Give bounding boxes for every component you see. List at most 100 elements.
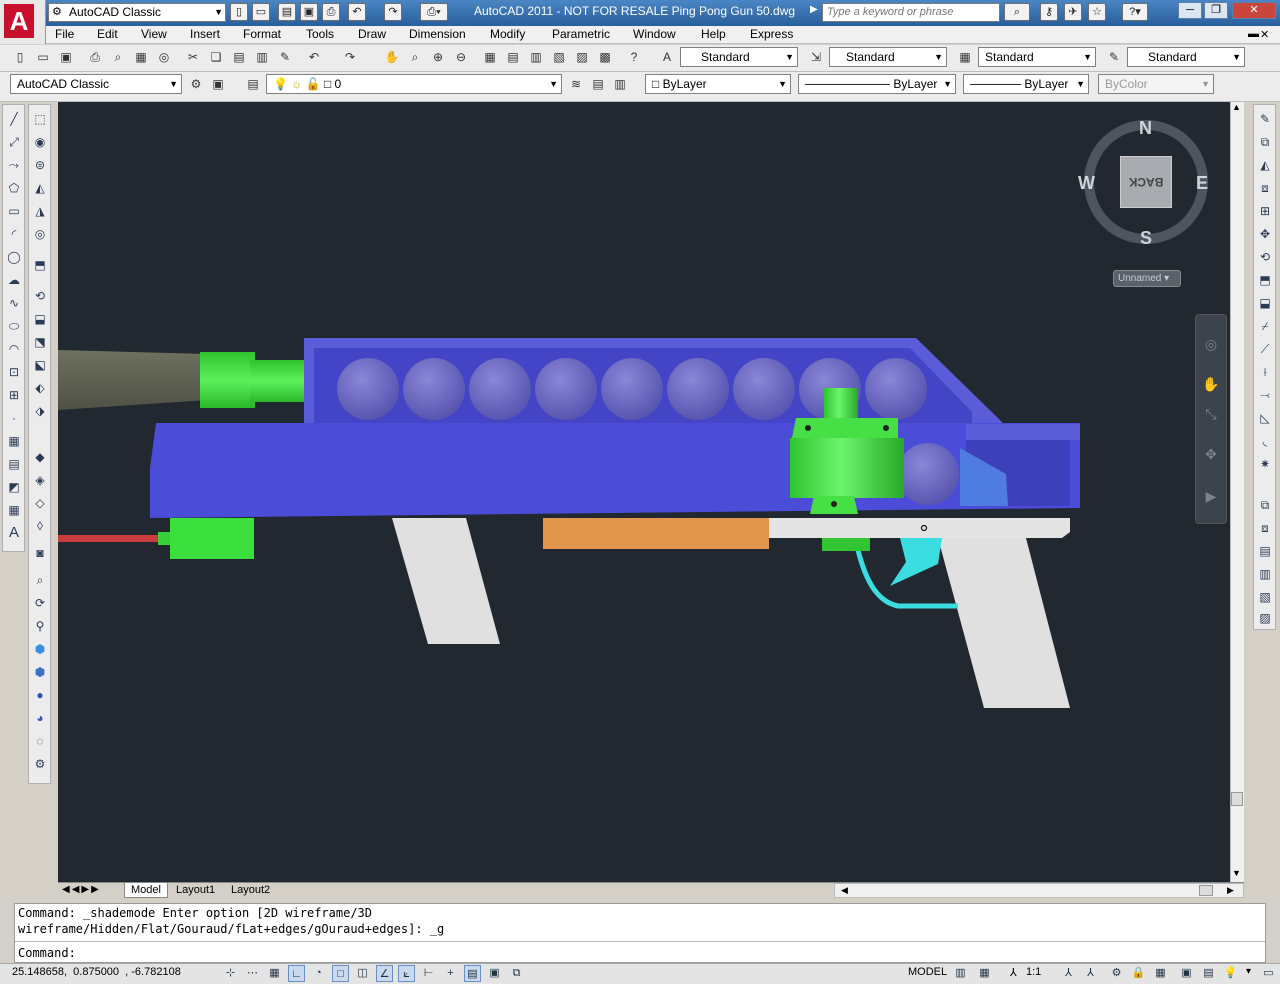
vertical-scroll-thumb[interactable] xyxy=(1231,792,1243,806)
explode-icon[interactable]: ✷ xyxy=(1255,454,1275,474)
section-icon[interactable]: ◇ xyxy=(30,493,50,513)
orbit-icon[interactable]: ✥ xyxy=(1200,443,1222,465)
tab-model[interactable]: Model xyxy=(124,883,168,898)
showmotion-icon[interactable]: ▶ xyxy=(1200,485,1222,507)
undo-button[interactable]: ↶ xyxy=(348,3,366,21)
layer-state-icon[interactable]: ▥ xyxy=(610,74,630,94)
save-button[interactable]: ▣ xyxy=(300,3,318,21)
trim-icon[interactable]: ⌿ xyxy=(1255,316,1275,336)
erase-icon[interactable]: ✎ xyxy=(1255,109,1275,129)
edit-hatch-icon[interactable]: ▥ xyxy=(1255,564,1275,584)
ball[interactable] xyxy=(865,358,927,420)
group-icon[interactable]: ⧈ xyxy=(1255,518,1275,538)
mirror-icon[interactable]: ◭ xyxy=(1255,155,1275,175)
arc-icon[interactable]: ◜ xyxy=(4,224,24,244)
minimize-button[interactable]: ─ xyxy=(1178,2,1202,19)
menu-express[interactable]: Express xyxy=(750,27,793,41)
compass-south[interactable]: S xyxy=(1140,228,1152,249)
tab-layout1[interactable]: Layout1 xyxy=(170,883,221,898)
line-icon[interactable]: ╱ xyxy=(4,109,24,129)
model-space-canvas[interactable]: N S E W BACK Unnamed ▾ ◎ ✋ ⤡ ✥ ▶ xyxy=(58,102,1230,882)
selection-cycling-icon[interactable]: ⧉ xyxy=(508,965,525,982)
pan-icon[interactable]: ✋ xyxy=(1200,373,1222,395)
layer-previous-icon[interactable]: ▤ xyxy=(588,74,608,94)
restore-button[interactable]: ❐ xyxy=(1204,2,1228,19)
block-editor-icon[interactable]: ✎ xyxy=(275,47,295,67)
tab-navigation-icon[interactable]: ◀◀▶▶ xyxy=(62,884,101,895)
menu-window[interactable]: Window xyxy=(633,27,676,41)
spline-icon[interactable]: ∿ xyxy=(4,293,24,313)
hardware-acceleration-icon[interactable]: ▦ xyxy=(1152,965,1169,982)
grid-icon[interactable]: ▦ xyxy=(266,965,283,982)
ball[interactable] xyxy=(733,358,795,420)
copy-object-icon[interactable]: ⧉ xyxy=(1255,132,1275,152)
menu-parametric[interactable]: Parametric xyxy=(552,27,610,41)
linetype-combo[interactable]: ────────── ByLayer ▼ xyxy=(798,74,956,94)
front-grip[interactable] xyxy=(392,518,500,644)
cut-icon[interactable]: ✂ xyxy=(183,47,203,67)
ball[interactable] xyxy=(535,358,597,420)
qnew-button[interactable]: ▯ xyxy=(230,3,248,21)
move-icon[interactable]: ✥ xyxy=(1255,224,1275,244)
table-icon[interactable]: ▦ xyxy=(4,500,24,520)
camera-icon[interactable]: ◙ xyxy=(30,543,50,563)
extrude-icon[interactable]: ⬒ xyxy=(30,255,50,275)
text-style-combo[interactable]: Standard ▼ xyxy=(680,47,798,67)
visual-style-hidden-icon[interactable]: ⬢ xyxy=(30,662,50,682)
fillet-icon[interactable]: ◟ xyxy=(1255,431,1275,451)
scroll-left-icon[interactable]: ◀ xyxy=(841,885,848,896)
cone-icon[interactable]: ◭ xyxy=(30,178,50,198)
coordinate-readout[interactable]: 25.148658, 0.875000 , -6.782108 xyxy=(12,966,181,978)
redo-button[interactable]: ↷ xyxy=(384,3,402,21)
lineweight-combo[interactable]: ────── ByLayer ▼ xyxy=(963,74,1089,94)
help-search-input[interactable]: Type a keyword or phrase xyxy=(822,3,1000,22)
annotation-visibility-icon[interactable]: ⅄ xyxy=(1060,965,1077,982)
sphere-icon[interactable]: ◉ xyxy=(30,132,50,152)
lineweight-icon[interactable]: + xyxy=(442,965,459,982)
workspace-switcher[interactable]: ⚙ AutoCAD Classic ▼ xyxy=(48,3,226,22)
zoom-icon[interactable]: ⤡ xyxy=(1200,403,1222,425)
plot-icon[interactable]: ⎙ xyxy=(85,47,105,67)
scroll-right-icon[interactable]: ▶ xyxy=(1227,885,1234,896)
insert-block-icon[interactable]: ⊡ xyxy=(4,362,24,382)
battery-block[interactable] xyxy=(543,518,769,549)
edit-polyline-icon[interactable]: ▧ xyxy=(1255,587,1275,607)
make-block-icon[interactable]: ⊞ xyxy=(4,385,24,405)
lock-toolbars-icon[interactable]: 🔒 xyxy=(1130,965,1147,982)
rear-grip[interactable] xyxy=(938,538,1070,708)
render-icon[interactable]: ◌ xyxy=(30,731,50,751)
compass-north[interactable]: N xyxy=(1139,118,1152,139)
zoom-realtime-icon[interactable]: ⌕ xyxy=(405,47,425,67)
workspace-settings-icon[interactable]: ⚙ xyxy=(186,74,206,94)
menu-help[interactable]: Help xyxy=(701,27,726,41)
tab-layout2[interactable]: Layout2 xyxy=(225,883,276,898)
intersect-icon[interactable]: ⬗ xyxy=(30,401,50,421)
tool-palettes-icon[interactable]: ▥ xyxy=(526,47,546,67)
break-icon[interactable]: ⟊ xyxy=(1255,362,1275,382)
ucs-menu[interactable]: Unnamed ▾ xyxy=(1113,270,1181,287)
visual-style-realistic-icon[interactable]: ● xyxy=(30,685,50,705)
edit-spline-icon[interactable]: ▨ xyxy=(1255,608,1275,628)
dynamic-input-icon[interactable]: ⊢ xyxy=(420,965,437,982)
design-center-icon[interactable]: ▤ xyxy=(503,47,523,67)
chamfer-icon[interactable]: ◺ xyxy=(1255,408,1275,428)
quick-properties-icon[interactable]: ▣ xyxy=(486,965,503,982)
snap-mode-icon[interactable]: ⋯ xyxy=(244,965,261,982)
command-prompt[interactable]: Command: xyxy=(18,946,76,960)
dim-style-icon[interactable]: ⇲ xyxy=(806,47,826,67)
markup-icon[interactable]: ▨ xyxy=(572,47,592,67)
pan-icon[interactable]: ✋ xyxy=(382,47,402,67)
ellipse-icon[interactable]: ⬭ xyxy=(4,316,24,336)
dim-style-combo[interactable]: Standard ▼ xyxy=(829,47,947,67)
copy-icon[interactable]: ❏ xyxy=(206,47,226,67)
object-snap-icon[interactable]: □ xyxy=(332,965,349,982)
sweep-icon[interactable]: ⬓ xyxy=(30,309,50,329)
isolate-objects-icon[interactable]: ▣ xyxy=(1178,965,1195,982)
extend-icon[interactable]: ⟋ xyxy=(1255,339,1275,359)
compass-east[interactable]: E xyxy=(1196,173,1208,194)
save-as-button[interactable]: ▤ xyxy=(278,3,296,21)
scale-icon[interactable]: ⬒ xyxy=(1255,270,1275,290)
rotate-icon[interactable]: ⟲ xyxy=(1255,247,1275,267)
point-icon[interactable]: · xyxy=(4,408,24,428)
model-space-toggle[interactable]: MODEL xyxy=(908,966,947,978)
